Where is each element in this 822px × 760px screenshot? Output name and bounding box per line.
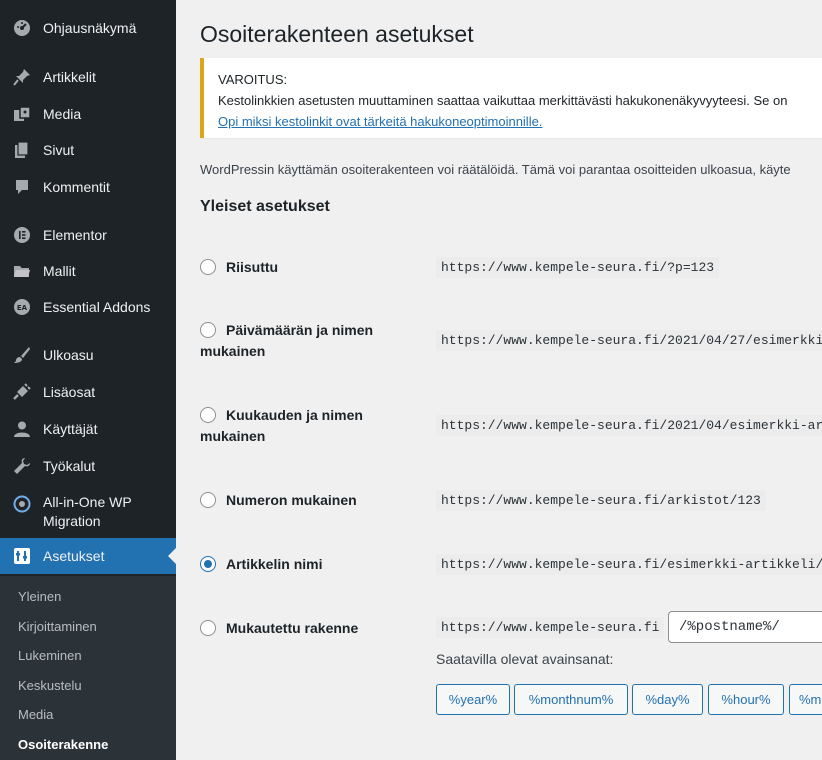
menu-posts-label: Artikkelit: [43, 68, 96, 85]
plugin-icon: [12, 382, 32, 402]
radio-day-and-name[interactable]: [200, 322, 216, 338]
page-title: Osoiterakenteen asetukset: [200, 21, 474, 47]
menu-pages[interactable]: Sivut: [0, 139, 176, 161]
tag-monthnum-button[interactable]: %monthnum%: [514, 684, 628, 715]
menu-essential-addons-label: Essential Addons: [43, 298, 151, 315]
menu-media[interactable]: Media: [0, 103, 176, 125]
admin-sidebar: Ohjausnäkymä Artikkelit Media Sivut Komm…: [0, 0, 176, 760]
menu-posts[interactable]: Artikkelit: [0, 66, 176, 88]
submenu-reading[interactable]: Lukeminen: [18, 648, 82, 663]
menu-dashboard[interactable]: Ohjausnäkymä: [0, 17, 176, 39]
svg-text:EA: EA: [17, 304, 28, 312]
submenu-writing[interactable]: Kirjoittaminen: [18, 619, 97, 634]
url-example-plain: https://www.kempele-seura.fi/?p=123: [436, 257, 720, 278]
menu-elementor[interactable]: Elementor: [0, 224, 176, 246]
option-month-name-label-line2[interactable]: mukainen: [200, 426, 265, 447]
comment-icon: [12, 177, 32, 197]
tag-minute-button[interactable]: %m: [789, 684, 822, 715]
section-title-common-settings: Yleiset asetukset: [200, 198, 330, 215]
url-example-post-name: https://www.kempele-seura.fi/esimerkki-a…: [436, 554, 822, 575]
folder-icon: [12, 261, 32, 281]
custom-structure-input[interactable]: /%postname%/: [668, 611, 822, 643]
menu-templates-label: Mallit: [43, 262, 76, 279]
menu-plugins[interactable]: Lisäosat: [0, 381, 176, 403]
menu-users-label: Käyttäjät: [43, 420, 98, 437]
menu-templates[interactable]: Mallit: [0, 260, 176, 282]
menu-tools-label: Työkalut: [43, 457, 96, 474]
dashboard-icon: [12, 18, 32, 38]
radio-custom-structure[interactable]: [200, 620, 216, 636]
menu-comments-label: Kommentit: [43, 178, 110, 195]
radio-post-name[interactable]: [200, 556, 216, 572]
menu-settings-label: Asetukset: [43, 547, 105, 564]
option-day-name-label[interactable]: Päivämäärän ja nimen: [226, 320, 373, 341]
menu-migration[interactable]: All-in-One WP Migration: [0, 492, 176, 532]
submenu-discussion[interactable]: Keskustelu: [18, 678, 82, 693]
seo-learn-more-link[interactable]: Opi miksi kestolinkit ovat tärkeitä haku…: [218, 114, 542, 129]
url-example-numeric: https://www.kempele-seura.fi/arkistot/12…: [436, 490, 766, 511]
essential-addons-icon: EA: [12, 297, 32, 317]
notice-body: Kestolinkkien asetusten muuttaminen saat…: [218, 93, 788, 108]
menu-users[interactable]: Käyttäjät: [0, 418, 176, 440]
url-example-day-name: https://www.kempele-seura.fi/2021/04/27/…: [436, 330, 822, 351]
tag-day-button[interactable]: %day%: [632, 684, 703, 715]
users-icon: [12, 419, 32, 439]
menu-tools[interactable]: Työkalut: [0, 455, 176, 477]
pushpin-icon: [12, 67, 32, 87]
notice-heading: VAROITUS:: [218, 72, 288, 87]
tag-year-button[interactable]: %year%: [436, 684, 510, 715]
menu-migration-label-line2: Migration: [43, 513, 101, 529]
menu-essential-addons[interactable]: EA Essential Addons: [0, 296, 176, 318]
available-tags-label: Saatavilla olevat avainsanat:: [436, 651, 614, 667]
tag-hour-button[interactable]: %hour%: [708, 684, 784, 715]
menu-elementor-label: Elementor: [43, 226, 107, 243]
main-content: Osoiterakenteen asetukset VAROITUS: Kest…: [176, 0, 822, 760]
url-example-month-name: https://www.kempele-seura.fi/2021/04/esi…: [436, 415, 822, 436]
menu-comments[interactable]: Kommentit: [0, 176, 176, 198]
pages-icon: [12, 140, 32, 160]
menu-migration-label: All-in-One WP: [43, 494, 132, 510]
warning-notice: VAROITUS: Kestolinkkien asetusten muutta…: [200, 58, 822, 138]
menu-dashboard-label: Ohjausnäkymä: [43, 19, 137, 36]
menu-media-label: Media: [43, 105, 82, 122]
submenu-media[interactable]: Media: [18, 707, 53, 722]
elementor-icon: [12, 225, 32, 245]
menu-appearance[interactable]: Ulkoasu: [0, 344, 176, 366]
migration-icon: [12, 494, 32, 514]
option-month-name-label[interactable]: Kuukauden ja nimen: [226, 405, 363, 426]
menu-settings[interactable]: Asetukset: [0, 538, 176, 574]
wrench-icon: [12, 456, 32, 476]
option-numeric-label[interactable]: Numeron mukainen: [226, 490, 357, 511]
option-post-name-label[interactable]: Artikkelin nimi: [226, 554, 322, 575]
submenu-general[interactable]: Yleinen: [18, 589, 61, 604]
radio-plain[interactable]: [200, 259, 216, 275]
brush-icon: [12, 345, 32, 365]
option-custom-label[interactable]: Mukautettu rakenne: [226, 618, 358, 639]
radio-month-and-name[interactable]: [200, 407, 216, 423]
url-base-custom: https://www.kempele-seura.fi: [436, 617, 665, 638]
settings-icon: [12, 546, 32, 566]
settings-submenu: Yleinen Kirjoittaminen Lukeminen Keskust…: [0, 576, 176, 760]
menu-plugins-label: Lisäosat: [43, 383, 96, 400]
radio-numeric[interactable]: [200, 492, 216, 508]
submenu-permalinks[interactable]: Osoiterakenne: [18, 737, 108, 752]
intro-text: WordPressin käyttämän osoiterakenteen vo…: [200, 162, 791, 177]
menu-pages-label: Sivut: [43, 141, 75, 158]
menu-appearance-label: Ulkoasu: [43, 346, 94, 363]
media-icon: [12, 104, 32, 124]
option-day-name-label-line2[interactable]: mukainen: [200, 341, 265, 362]
option-plain-label[interactable]: Riisuttu: [226, 257, 278, 278]
